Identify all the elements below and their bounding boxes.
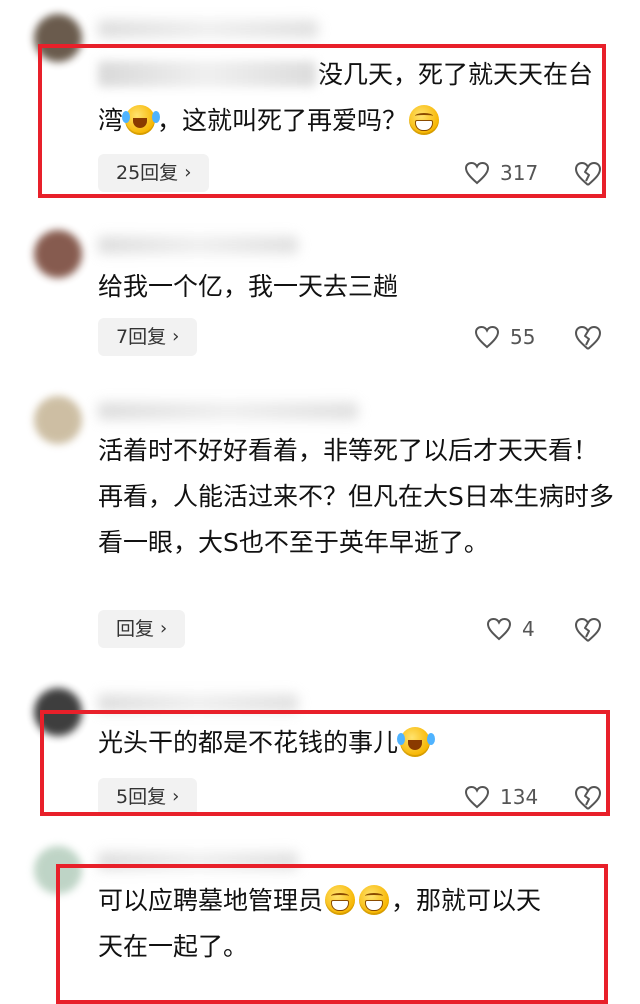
comment-text: 给我一个亿，我一天去三趟 — [98, 272, 399, 301]
highlight-box — [40, 710, 610, 816]
reply-button[interactable]: 回复 › — [98, 610, 186, 648]
heart-outline-icon — [474, 325, 500, 349]
heart-outline-icon — [486, 617, 512, 641]
avatar[interactable] — [34, 396, 82, 444]
comment-text: 活着时不好好看着，非等死了以后才天天看！再看，人能活过来不？但凡在大S日本生病时… — [98, 436, 614, 557]
username-blurred — [98, 20, 318, 38]
reply-button[interactable]: 7回复 › — [98, 318, 198, 356]
highlight-box — [56, 864, 608, 1004]
like-button[interactable]: 55 — [474, 318, 535, 356]
highlight-box — [38, 44, 606, 198]
avatar[interactable] — [34, 230, 82, 278]
like-count: 4 — [522, 617, 535, 641]
username-blurred — [98, 236, 298, 254]
username-blurred — [98, 402, 358, 420]
chevron-right-icon: › — [160, 618, 168, 639]
broken-heart-icon[interactable] — [574, 616, 602, 644]
like-count: 55 — [510, 325, 536, 349]
like-button[interactable]: 4 — [486, 610, 535, 648]
chevron-right-icon: › — [172, 326, 180, 347]
broken-heart-icon[interactable] — [574, 324, 602, 352]
